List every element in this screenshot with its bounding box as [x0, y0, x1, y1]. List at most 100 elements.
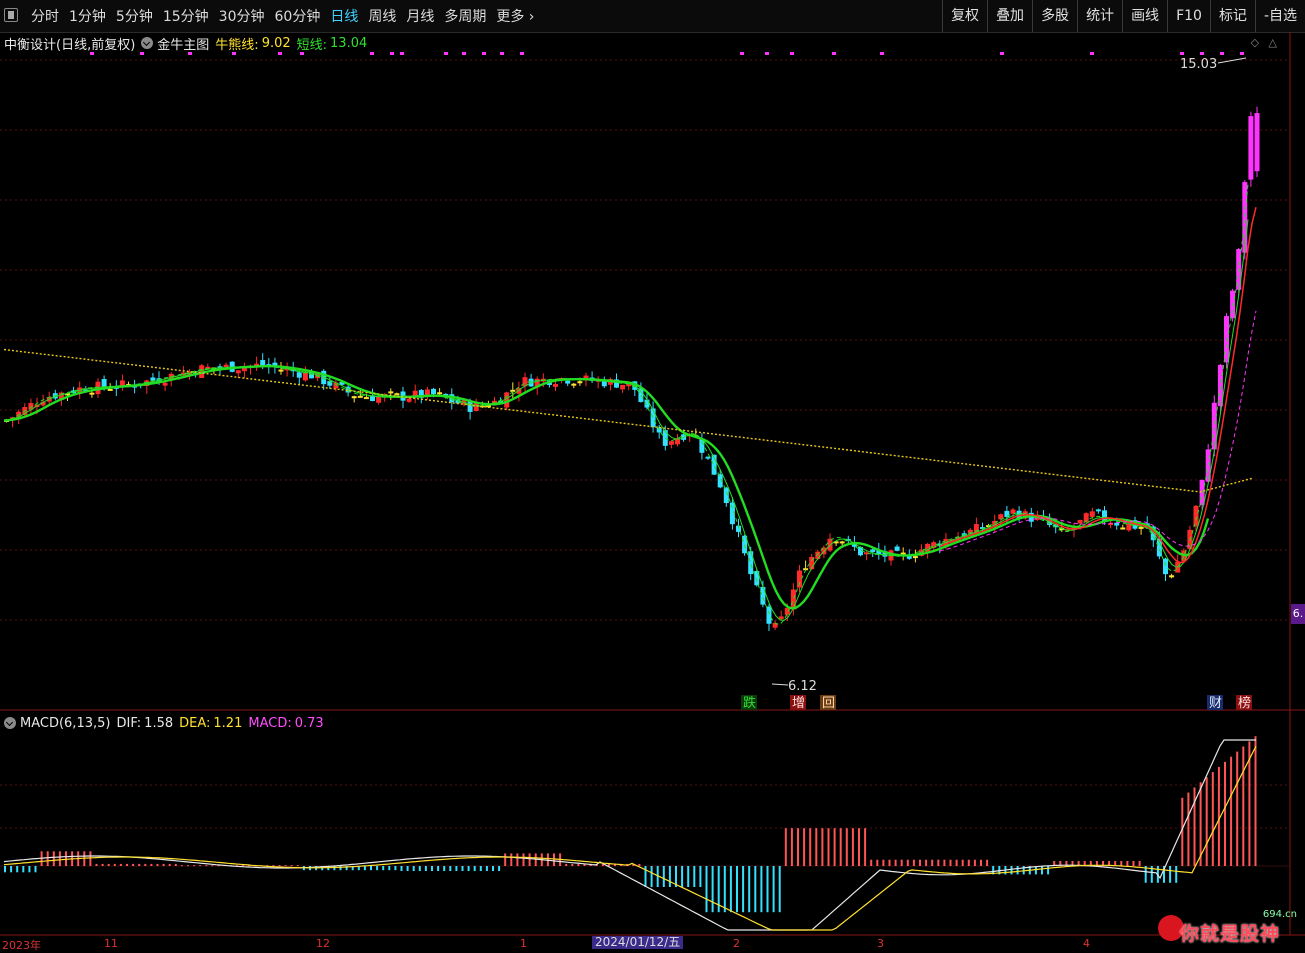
- candle-body: [1120, 527, 1126, 530]
- price-chart[interactable]: 15.036.12跌增回财榜: [0, 0, 1305, 949]
- macd-bar: [382, 866, 385, 871]
- macd-bar: [973, 859, 976, 866]
- macd-bar: [858, 828, 860, 866]
- dea-label: DEA:: [179, 715, 211, 731]
- macd-bar: [827, 828, 830, 866]
- macd-bar: [199, 865, 202, 867]
- candle-body: [912, 556, 918, 559]
- macd-bar: [467, 866, 470, 872]
- signal-dot: [832, 52, 836, 55]
- macd-bar: [882, 859, 885, 866]
- axis-tick-2: 2: [733, 937, 740, 950]
- ma-fast-path: [3, 219, 1249, 621]
- macd-bar: [1126, 860, 1129, 866]
- candle-body: [1248, 116, 1254, 180]
- macd-bar: [510, 853, 513, 866]
- macd-bar: [1217, 766, 1220, 866]
- macd-bar: [89, 851, 92, 866]
- candle-body: [760, 586, 766, 605]
- macd-bar: [906, 859, 909, 866]
- macd-bar: [46, 851, 49, 866]
- macd-name[interactable]: MACD(6,13,5): [20, 716, 110, 731]
- signal-cai: 财: [1209, 696, 1222, 711]
- candle-body: [577, 381, 583, 384]
- axis-tick-3: 3: [877, 937, 884, 950]
- ma-dashed-path: [3, 183, 1249, 625]
- candle-body: [437, 392, 443, 395]
- candle-body: [1254, 113, 1260, 172]
- macd-bar: [394, 866, 397, 871]
- macd-bar: [479, 866, 482, 872]
- candle-body: [553, 383, 558, 387]
- macd-bar: [95, 863, 98, 866]
- macd-bar: [961, 859, 964, 866]
- cursor-date-label: 2024/01/12/五: [592, 936, 684, 949]
- signal-dot: [278, 52, 282, 55]
- macd-bar: [333, 866, 336, 871]
- candle-body: [620, 384, 626, 390]
- macd-bar: [449, 866, 452, 872]
- macd-bar: [101, 863, 104, 866]
- macd-bar: [187, 865, 189, 867]
- macd-bar: [1132, 860, 1135, 866]
- signal-dot: [90, 52, 94, 55]
- macd-bar: [833, 828, 836, 866]
- macd-bar: [58, 851, 61, 866]
- macd-bar: [370, 866, 372, 871]
- macd-dropdown-icon[interactable]: [4, 717, 16, 729]
- macd-bar: [729, 866, 732, 913]
- signal-dot: [1090, 52, 1094, 55]
- candle-body: [406, 398, 412, 402]
- macd-bar: [1242, 746, 1245, 866]
- candle-body: [223, 364, 229, 368]
- macd-bar: [1138, 860, 1141, 866]
- watermark-brand: 你就是股神: [1180, 923, 1281, 945]
- candle-body: [1077, 519, 1083, 524]
- macd-bar: [1016, 866, 1019, 875]
- macd-bar: [1010, 866, 1013, 875]
- bull-line-path: [3, 348, 1253, 493]
- macd-bar: [742, 866, 745, 913]
- dea-value: 1.21: [213, 715, 243, 731]
- macd-bar: [119, 863, 122, 866]
- signal-dot: [1000, 52, 1004, 55]
- candle-body: [150, 377, 156, 381]
- macd-bar: [22, 866, 25, 873]
- dif-value: 1.58: [144, 715, 174, 731]
- macd-bar: [760, 866, 763, 913]
- macd-bar: [241, 865, 244, 867]
- macd-bar: [925, 859, 928, 866]
- candle-body: [1224, 316, 1229, 363]
- macd-bar: [1169, 866, 1172, 883]
- macd-bar: [876, 859, 879, 866]
- candle-body: [656, 427, 662, 433]
- macd-bar: [424, 866, 427, 872]
- macd-bar: [522, 853, 525, 866]
- macd-bar: [797, 828, 799, 866]
- macd-bar: [113, 863, 116, 866]
- macd-bar: [193, 865, 196, 867]
- dif-line: [3, 739, 1256, 931]
- signal-dot: [1240, 52, 1244, 55]
- candle-body: [565, 380, 571, 384]
- candle-body: [119, 380, 125, 386]
- macd-bar: [638, 863, 641, 866]
- axis-tick-11: 11: [104, 937, 118, 950]
- macd-bar: [126, 863, 128, 866]
- macd-bar: [1120, 860, 1123, 866]
- macd-bar: [144, 863, 147, 866]
- macd-bar: [699, 866, 702, 887]
- ma-magenta-path: [939, 310, 1257, 552]
- macd-bar: [284, 865, 287, 867]
- dea-line: [3, 745, 1257, 931]
- macd-bar: [766, 866, 769, 913]
- candle-body: [394, 393, 400, 396]
- axis-tick-2023: 2023年: [2, 939, 41, 952]
- macd-bar: [156, 863, 159, 866]
- macd-bar: [967, 859, 970, 866]
- macd-bar: [437, 866, 440, 872]
- macd-bar: [986, 859, 989, 866]
- macd-bar: [662, 866, 665, 887]
- macd-bar: [803, 828, 806, 866]
- macd-bar: [864, 828, 867, 866]
